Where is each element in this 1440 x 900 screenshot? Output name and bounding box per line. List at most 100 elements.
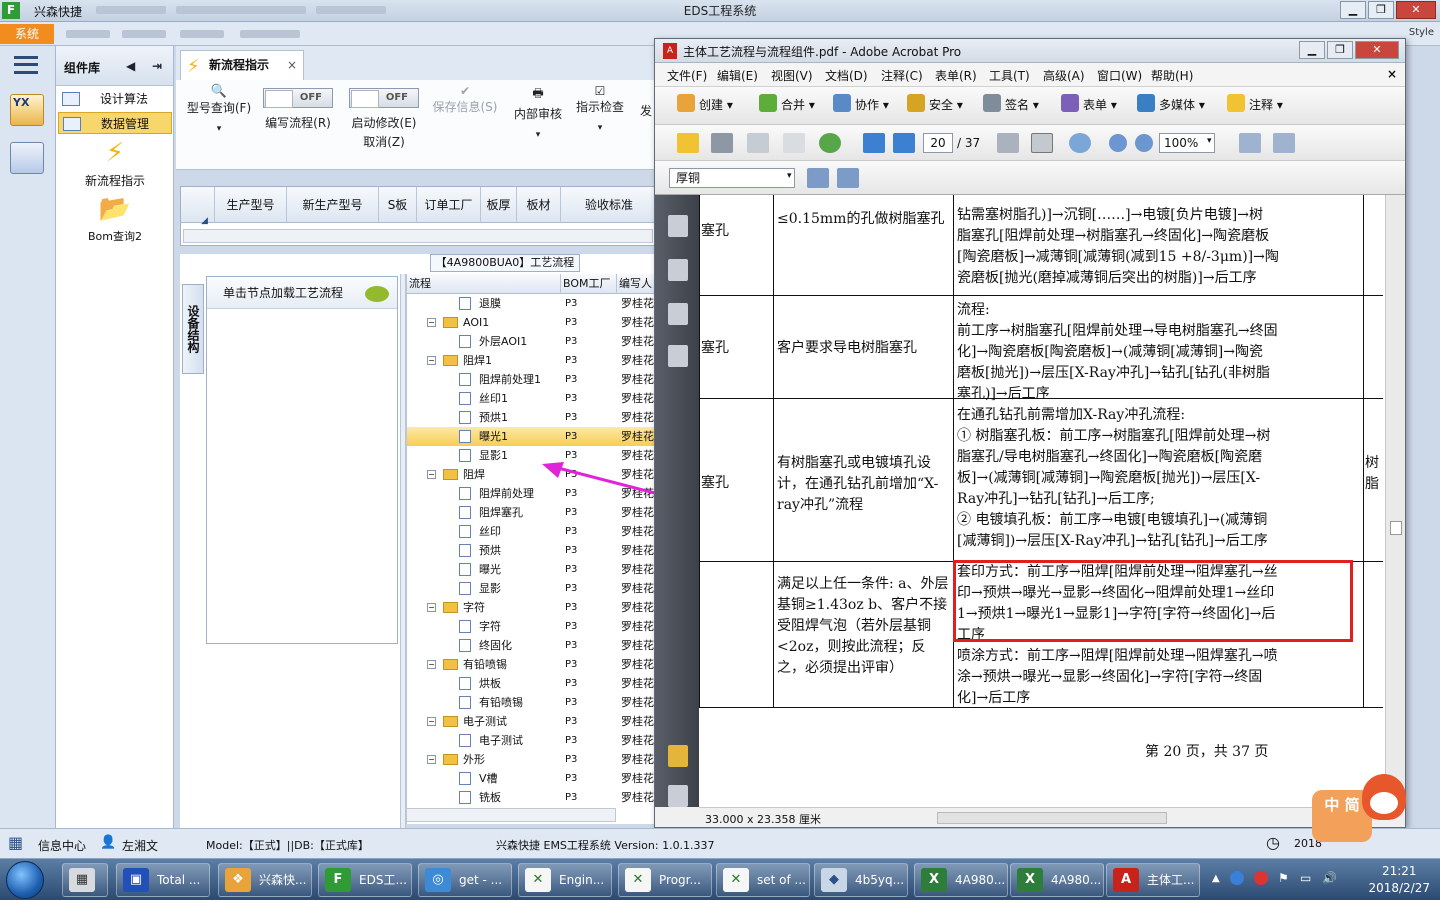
menu-view[interactable]: 视图(V) — [771, 67, 813, 84]
tab-device-structure[interactable]: 设备结构 — [182, 284, 204, 374]
dropdown-arrow-icon[interactable]: ▾ — [787, 171, 792, 181]
dropdown-arrow-icon[interactable]: ▾ — [1207, 136, 1212, 146]
tree-row[interactable]: 显影 P3 罗桂花 — [407, 579, 658, 598]
taskbar-clock[interactable]: 21:21 2018/2/27 — [1368, 863, 1430, 897]
start-button[interactable] — [6, 861, 44, 899]
pin-icon[interactable]: ⇥ — [152, 59, 162, 73]
tree-row[interactable]: − AOI1 P3 罗桂花 — [407, 313, 658, 332]
multimedia-button[interactable]: 多媒体 ▾ — [1137, 94, 1205, 113]
attachments-icon[interactable] — [668, 785, 688, 807]
taskbar-item[interactable]: ◆ 4b5yq... — [814, 863, 908, 897]
calculator-icon[interactable] — [10, 142, 44, 174]
menu-comments[interactable]: 注释(C) — [881, 67, 923, 84]
fit-width-icon[interactable] — [1239, 133, 1261, 153]
taskbar-item[interactable]: ❖ 兴森快... — [218, 863, 312, 897]
email-icon[interactable] — [783, 133, 805, 153]
comment-button[interactable]: 注释 ▾ — [1227, 94, 1283, 113]
library-item-data-management[interactable]: 数据管理 — [58, 112, 172, 134]
fit-page-icon[interactable] — [1273, 133, 1295, 153]
start-modify-toggle[interactable]: OFF 启动修改(E) 取消(Z) — [344, 88, 424, 150]
tree-row[interactable]: − 阻焊1 P3 罗桂花 — [407, 351, 658, 370]
menu-tools[interactable]: 工具(T) — [989, 67, 1030, 84]
volume-icon[interactable]: 🔊 — [1322, 871, 1337, 885]
info-center-link[interactable]: 信息中心 — [38, 837, 86, 854]
taskbar-item[interactable]: ✕ Progr... — [618, 863, 712, 897]
grid-col-header[interactable]: 验收标准 — [561, 187, 657, 223]
pages-icon[interactable] — [668, 215, 688, 237]
create-button[interactable]: 创建 ▾ — [677, 94, 733, 113]
minimize-button[interactable]: ▁ — [1340, 1, 1366, 19]
input-method-mascot[interactable]: 中 简 — [1312, 772, 1408, 860]
previous-page-icon[interactable] — [863, 133, 885, 153]
close-button[interactable]: ✕ — [1396, 1, 1436, 19]
tree-row[interactable]: 曝光1 P3 罗桂花 — [407, 427, 658, 446]
next-page-icon[interactable] — [893, 133, 915, 153]
tray-expand-icon[interactable]: ▲ — [1212, 873, 1220, 884]
tree-row[interactable]: 电子测试 P3 罗桂花 — [407, 731, 658, 750]
tree-row[interactable]: V槽 P3 罗桂花 — [407, 769, 658, 788]
tree-horizontal-scrollbar[interactable] — [406, 808, 616, 822]
edit-flow-toggle[interactable]: OFF 编写流程(R) — [260, 88, 336, 131]
tree-row[interactable]: 退膜 P3 罗桂花 — [407, 294, 658, 313]
sign-button[interactable]: 签名 ▾ — [983, 94, 1039, 113]
internal-review-button[interactable]: 🖶 内部审核 ▾ — [510, 84, 566, 140]
arrow-left-icon[interactable]: ◀ — [126, 59, 135, 73]
collapse-toggle-icon[interactable]: − — [427, 356, 436, 365]
tree-row[interactable]: 终固化 P3 罗桂花 — [407, 636, 658, 655]
tree-col-header[interactable]: 编写人 — [617, 274, 658, 294]
open-folder-icon[interactable] — [677, 133, 699, 153]
grid-col-header[interactable]: 板材 — [517, 187, 561, 223]
monitor-icon[interactable]: ▭ — [1300, 871, 1311, 885]
print-icon[interactable] — [711, 133, 733, 153]
page-number-input[interactable]: 20 — [923, 133, 953, 153]
pdf-horizontal-scrollbar[interactable] — [937, 812, 1167, 824]
comments-icon[interactable] — [668, 745, 688, 767]
collapse-toggle-icon[interactable]: − — [427, 660, 436, 669]
grid-col-header[interactable]: 板厚 — [481, 187, 517, 223]
tree-row[interactable]: 烘板 P3 罗桂花 — [407, 674, 658, 693]
tree-row[interactable]: 曝光 P3 罗桂花 — [407, 560, 658, 579]
tree-row[interactable]: 外层AOI1 P3 罗桂花 — [407, 332, 658, 351]
hand-tool-icon[interactable] — [1031, 133, 1053, 153]
tree-row[interactable]: 阻焊前处理1 P3 罗桂花 — [407, 370, 658, 389]
grid-col-header[interactable]: 新生产型号 — [287, 187, 379, 223]
zoom-out-icon[interactable] — [1109, 134, 1127, 152]
search-input[interactable]: 厚铜 — [669, 168, 795, 188]
style-label[interactable]: Style — [1409, 27, 1434, 38]
tab-close-icon[interactable]: × — [287, 51, 297, 79]
select-text-icon[interactable] — [997, 133, 1019, 153]
maximize-button[interactable]: ❐ — [1368, 1, 1394, 19]
globe-icon[interactable] — [819, 133, 841, 153]
acrobat-close-button[interactable]: ✕ — [1355, 41, 1399, 59]
tree-row[interactable]: 预烘1 P3 罗桂花 — [407, 408, 658, 427]
tool-new-flow-instruction[interactable]: ⚡ 新流程指示 — [58, 138, 172, 189]
taskbar-item[interactable]: X 4A980... — [1010, 863, 1104, 897]
taskbar-calculator[interactable]: ▦ — [62, 863, 108, 897]
tree-col-header[interactable]: 流程 — [407, 274, 561, 294]
tree-row[interactable]: 字符 P3 罗桂花 — [407, 617, 658, 636]
taskbar-item[interactable]: ✕ set of ... — [716, 863, 810, 897]
menu-document[interactable]: 文档(D) — [825, 67, 868, 84]
cancel-button[interactable]: 取消(Z) — [344, 133, 424, 150]
factory-icon[interactable]: YX — [10, 94, 44, 126]
signatures-icon[interactable] — [668, 345, 688, 367]
collaborate-button[interactable]: 协作 ▾ — [833, 94, 889, 113]
grid-col-header[interactable]: 生产型号 — [215, 187, 287, 223]
tree-row[interactable]: 铣板 P3 罗桂花 — [407, 788, 658, 807]
collapse-toggle-icon[interactable]: − — [427, 755, 436, 764]
instruction-check-button[interactable]: ☑ 指示检查 ▾ — [574, 84, 626, 133]
zoom-tool-icon[interactable] — [1069, 133, 1091, 153]
taskbar-item[interactable]: X 4A980... — [914, 863, 1008, 897]
combine-button[interactable]: 合并 ▾ — [759, 94, 815, 113]
model-query-button[interactable]: 🔍 型号查询(F) ▾ — [184, 84, 254, 134]
tree-row[interactable]: − 外形 P3 罗桂花 — [407, 750, 658, 769]
grid-col-header[interactable]: S板 — [379, 187, 417, 223]
tree-row[interactable]: 有铅喷锡 P3 罗桂花 — [407, 693, 658, 712]
tool-bom-query[interactable]: 📂 Bom查询2 — [58, 194, 172, 244]
menu-forms[interactable]: 表单(R) — [935, 67, 977, 84]
menu-file[interactable]: 文件(F) — [667, 67, 707, 84]
library-item-design-algorithm[interactable]: 设计算法 — [58, 88, 172, 110]
tab-new-flow-instruction[interactable]: ⚡ 新流程指示 × — [180, 50, 304, 80]
tree-col-header[interactable]: BOM工厂 — [561, 274, 617, 294]
collapse-toggle-icon[interactable]: − — [427, 717, 436, 726]
